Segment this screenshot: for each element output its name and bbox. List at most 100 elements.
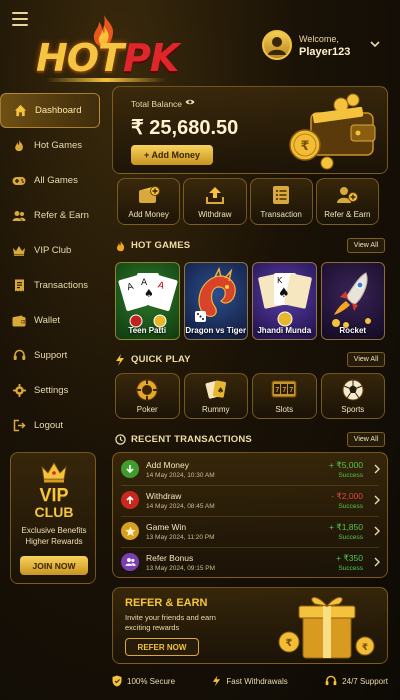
users-icon: [12, 209, 26, 223]
gamepad-icon: [12, 174, 26, 188]
transaction-row[interactable]: Game Win 13 May 2024, 11:20 PM + ₹1,850 …: [113, 517, 389, 546]
game-card-dragon-vs-tiger[interactable]: Dragon vs Tiger: [183, 262, 248, 340]
game-card-teen-patti[interactable]: A A A ♠ Teen Patti: [115, 262, 180, 340]
gift-box-icon: ₹ ₹: [278, 597, 375, 659]
transaction-status: Success: [338, 472, 363, 479]
sidebar-item-all-games[interactable]: All Games: [0, 163, 100, 198]
wallet-icon: [12, 314, 26, 328]
quick-play-label: Slots: [275, 405, 294, 414]
quick-action-label: Withdraw: [198, 210, 232, 219]
wallet-coins-icon: ₹: [289, 93, 376, 170]
transaction-amount: + ₹1,850: [328, 522, 363, 532]
gear-icon: [12, 384, 26, 398]
footer-item-support: 24/7 Support: [325, 672, 388, 690]
sidebar-item-label: Logout: [34, 420, 64, 431]
eye-icon[interactable]: [185, 98, 195, 106]
quick-action-label: Transaction: [260, 210, 302, 219]
quick-action-add-money[interactable]: Add Money: [117, 178, 181, 225]
quick-action-withdraw[interactable]: Withdraw: [183, 178, 247, 225]
flame-icon: [12, 139, 26, 153]
section-title: RECENT TRANSACTIONS: [131, 434, 252, 445]
add-money-button[interactable]: + Add Money: [131, 145, 213, 165]
footer-label: 100% Secure: [127, 676, 176, 686]
transaction-row[interactable]: Add Money 14 May 2024, 10:30 AM + ₹5,000…: [113, 455, 389, 484]
user-plus-icon: [337, 187, 359, 203]
svg-text:♠: ♠: [278, 286, 290, 301]
transaction-row[interactable]: Refer Bonus 13 May 2024, 09:15 PM + ₹350…: [113, 548, 389, 577]
wallet-plus-icon: [138, 186, 160, 203]
transaction-status: Success: [338, 534, 363, 541]
transaction-status: Success: [338, 565, 363, 572]
soccer-ball-icon: [342, 379, 364, 401]
transaction-amount: - ₹2,000: [331, 491, 363, 501]
transaction-row[interactable]: Withdraw 14 May 2024, 08:45 AM - ₹2,000 …: [113, 486, 389, 515]
vip-club-card[interactable]: VIP CLUB Exclusive Benefits Higher Rewar…: [10, 452, 96, 584]
shield-icon: [112, 675, 122, 687]
sidebar-item-label: All Games: [34, 175, 78, 186]
sidebar-item-wallet[interactable]: Wallet: [0, 303, 100, 338]
logo-hot-text: HOT: [36, 36, 124, 80]
join-now-button[interactable]: JOIN NOW: [20, 556, 88, 575]
hot-games-list: A A A ♠ Teen Patti Dragon vs Tiger K ♠ J…: [115, 262, 385, 340]
transaction-amount: + ₹350: [336, 553, 363, 563]
logout-icon: [12, 419, 26, 433]
quick-play-slots[interactable]: 777 Slots: [252, 373, 317, 419]
balance-label: Total Balance: [131, 99, 183, 109]
view-all-button[interactable]: View All: [347, 352, 385, 367]
svg-text:₹: ₹: [300, 139, 309, 154]
logo-pk-text: PK: [123, 36, 179, 80]
transaction-date: 14 May 2024, 10:30 AM: [146, 472, 215, 479]
user-menu[interactable]: Welcome, Player123: [262, 30, 387, 66]
transaction-name: Refer Bonus: [146, 553, 194, 563]
sidebar-item-label: VIP Club: [34, 245, 72, 256]
sidebar-item-dashboard[interactable]: Dashboard: [0, 93, 100, 128]
footer-item-secure: 100% Secure: [112, 672, 175, 690]
vip-benefit-1: Exclusive Benefits: [21, 526, 87, 535]
transaction-date: 13 May 2024, 09:15 PM: [146, 565, 216, 572]
view-all-button[interactable]: View All: [347, 432, 385, 447]
hamburger-menu-icon[interactable]: [12, 12, 28, 26]
sidebar-item-settings[interactable]: Settings: [0, 373, 100, 408]
chevron-down-icon[interactable]: [370, 40, 380, 48]
refer-title: REFER & EARN: [125, 597, 208, 609]
quick-play-list: Poker ♠ Rummy 777 Slots Sports: [115, 373, 385, 419]
hotpk-logo[interactable]: HOTPK: [36, 14, 186, 82]
section-title: HOT GAMES: [131, 240, 191, 251]
transaction-status: Success: [338, 503, 363, 510]
game-card-jhandi-munda[interactable]: K ♠ Jhandi Munda: [252, 262, 317, 340]
view-all-button[interactable]: View All: [347, 238, 385, 253]
footer-label: 24/7 Support: [342, 676, 388, 686]
sidebar-item-label: Settings: [34, 385, 69, 396]
quick-play-label: Poker: [136, 405, 158, 414]
logo-swoosh: [46, 78, 166, 82]
quick-action-refer-earn[interactable]: Refer & Earn: [315, 178, 379, 225]
sidebar-item-hot-games[interactable]: Hot Games: [0, 128, 100, 163]
transactions-list: Add Money 14 May 2024, 10:30 AM + ₹5,000…: [112, 452, 388, 578]
refer-now-button[interactable]: REFER NOW: [125, 638, 199, 656]
quick-play-sports[interactable]: Sports: [320, 373, 385, 419]
refer-earn-card: REFER & EARN Invite your friends and ear…: [112, 587, 388, 664]
quick-play-header: QUICK PLAY View All: [115, 352, 385, 370]
sidebar: Dashboard Hot Games All Games Refer & Ea…: [0, 93, 100, 445]
quick-play-poker[interactable]: Poker: [115, 373, 180, 419]
quick-action-transaction[interactable]: Transaction: [249, 178, 313, 225]
balance-card: Total Balance ₹ 25,680.50 + Add Money ₹: [112, 86, 388, 174]
sidebar-item-label: Support: [34, 350, 68, 361]
history-icon: [115, 434, 126, 445]
quick-play-rummy[interactable]: ♠ Rummy: [183, 373, 248, 419]
list-icon: [273, 186, 290, 204]
svg-text:₹: ₹: [286, 638, 293, 649]
cards-icon: ♠: [205, 380, 226, 399]
sidebar-item-transactions[interactable]: Transactions: [0, 268, 100, 303]
transaction-date: 13 May 2024, 11:20 PM: [146, 534, 215, 541]
sidebar-item-support[interactable]: Support: [0, 338, 100, 373]
crown-icon: [41, 462, 67, 483]
game-card-rocket[interactable]: Rocket: [320, 262, 385, 340]
game-label: Jhandi Munda: [257, 326, 312, 335]
crown-icon: [12, 244, 26, 258]
sidebar-item-vip-club[interactable]: VIP Club: [0, 233, 100, 268]
sidebar-item-logout[interactable]: Logout: [0, 408, 100, 443]
sidebar-item-refer-earn[interactable]: Refer & Earn: [0, 198, 100, 233]
header: HOTPK Welcome, Player123: [0, 0, 400, 86]
sidebar-item-label: Hot Games: [34, 140, 83, 151]
